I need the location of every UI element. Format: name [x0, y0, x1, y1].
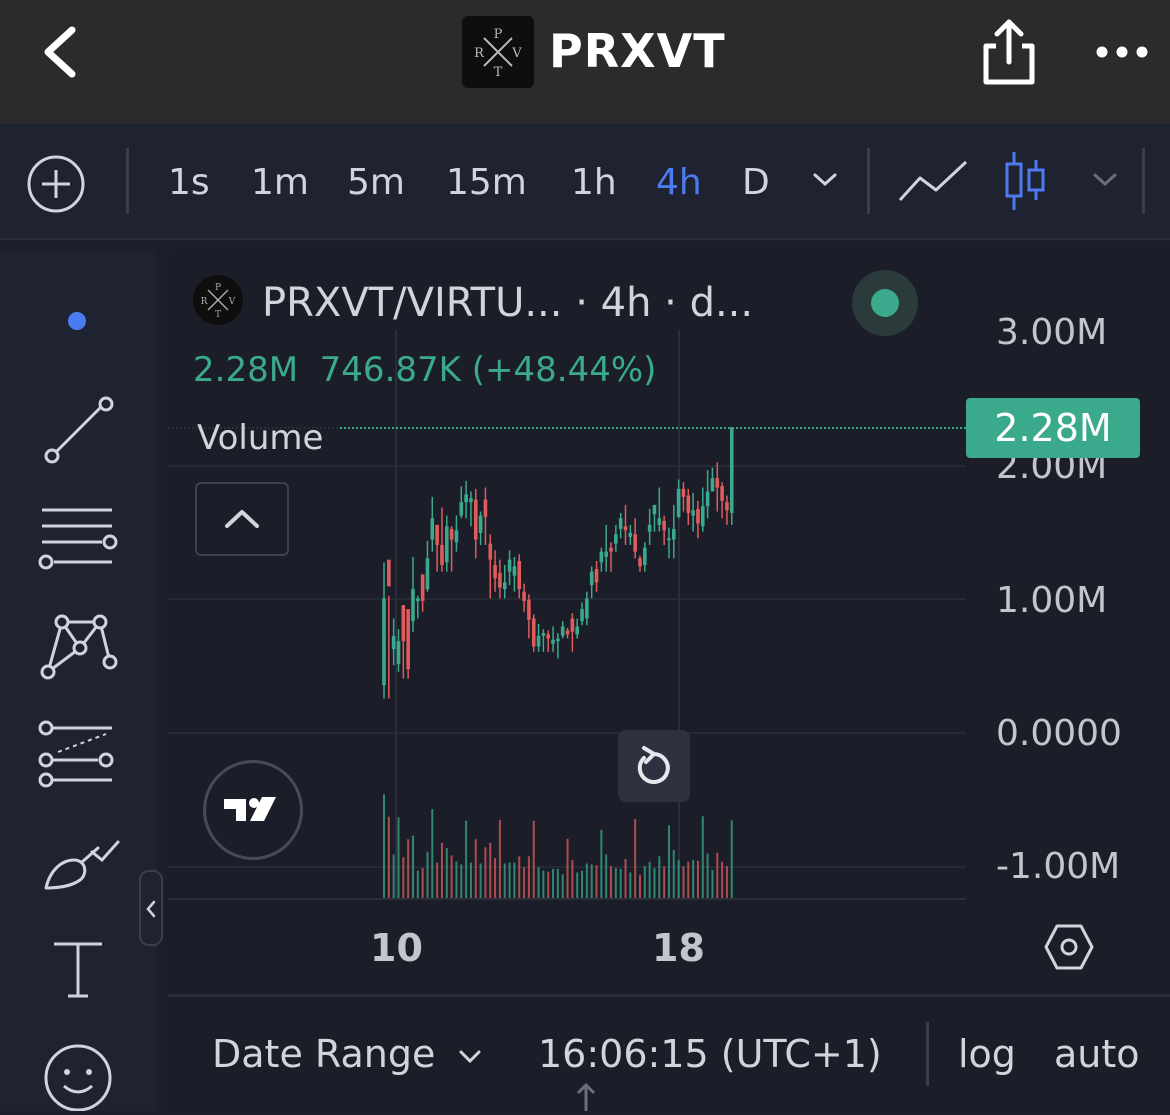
trend-line-tool[interactable]	[40, 390, 120, 470]
grid-line	[168, 866, 966, 868]
volume-label-text: Volume	[197, 418, 324, 458]
toolbar-divider	[126, 148, 129, 214]
svg-text:R: R	[201, 297, 208, 307]
candle-chart-type-button[interactable]	[1002, 148, 1048, 214]
forecast-lines-icon	[38, 720, 114, 788]
line-chart-icon	[898, 160, 968, 202]
last-price-tag: 2.28M	[966, 398, 1140, 458]
pattern-tool[interactable]	[38, 608, 120, 682]
svg-text:R: R	[474, 46, 485, 61]
time-axis-line	[168, 898, 966, 900]
y-axis-label: 0.0000	[996, 713, 1122, 754]
line-chart-type-button[interactable]	[896, 156, 970, 206]
svg-text:P: P	[494, 27, 503, 42]
tradingview-icon	[224, 797, 276, 821]
svg-text:V: V	[228, 297, 236, 307]
chevron-left-icon	[44, 26, 76, 78]
rotate-ccw-icon	[637, 746, 670, 784]
add-indicator-button[interactable]	[26, 154, 86, 214]
reset-chart-button[interactable]	[618, 730, 690, 802]
bottom-bar-divider	[168, 994, 1170, 997]
more-dots-icon	[1096, 46, 1148, 58]
smiley-icon	[44, 1044, 112, 1111]
svg-text:T: T	[215, 310, 221, 320]
chevron-down-icon	[813, 173, 837, 187]
chevron-up-icon	[225, 510, 259, 528]
market-status-indicator[interactable]	[852, 270, 918, 336]
timeframe-1m[interactable]: 1m	[251, 162, 309, 203]
date-range-button[interactable]: Date Range	[212, 1032, 483, 1076]
sidebar-toggle-button[interactable]	[139, 870, 163, 946]
symbol-legend[interactable]: PRXVT/VIRTU... · 4h · d...	[262, 280, 753, 326]
candlestick-icon	[1005, 152, 1045, 210]
timeframe-1s[interactable]: 1s	[168, 162, 210, 203]
token-logo: P R V T	[462, 16, 534, 88]
svg-text:V: V	[511, 46, 522, 61]
legend-last-value: 2.28M	[193, 350, 299, 390]
trend-line-icon	[44, 396, 114, 464]
page-title: PRXVT	[549, 24, 726, 78]
chevron-down-icon	[1093, 173, 1117, 187]
chart-clock[interactable]: 16:06:15 (UTC+1)	[538, 1032, 882, 1076]
timeframe-5m[interactable]: 5m	[347, 162, 405, 203]
top-bar: P R V T PRXVT	[0, 0, 1170, 124]
y-axis-label: 3.00M	[996, 312, 1108, 353]
grid-line	[168, 465, 966, 467]
tradingview-logo[interactable]	[203, 760, 303, 860]
brush-icon	[44, 840, 120, 890]
share-icon	[983, 19, 1035, 85]
timeframe-4h[interactable]: 4h	[656, 162, 702, 203]
volume-indicator-label[interactable]: Volume	[168, 414, 340, 462]
toolbar-divider	[867, 148, 870, 214]
timeframe-15m[interactable]: 15m	[446, 162, 527, 203]
legend-token-logo: P R V T	[193, 275, 243, 325]
svg-text:T: T	[494, 65, 503, 80]
market-open-dot	[871, 289, 899, 317]
cursor-tool[interactable]	[68, 312, 86, 330]
xabcd-pattern-icon	[40, 614, 118, 680]
chart-type-dropdown[interactable]	[1090, 170, 1120, 190]
y-axis-label: -1.00M	[996, 846, 1121, 887]
plus-circle-icon	[27, 155, 85, 213]
timeframe-1h[interactable]: 1h	[571, 162, 617, 203]
timeframe-d[interactable]: D	[742, 162, 770, 203]
date-range-label: Date Range	[212, 1032, 436, 1076]
emoji-tool[interactable]	[42, 1042, 114, 1111]
clock-up-arrow-icon	[574, 1080, 598, 1111]
x-axis-label: 10	[370, 926, 423, 970]
drawing-toolbar	[0, 250, 156, 1111]
fib-retracement-tool[interactable]	[36, 504, 120, 574]
legend-change-value: 746.87K (+48.44%)	[319, 350, 657, 390]
brush-tool[interactable]	[40, 834, 120, 894]
y-axis-label: 1.00M	[996, 580, 1108, 621]
share-button[interactable]	[978, 16, 1040, 88]
chevron-left-icon	[146, 900, 156, 918]
x-axis-label: 18	[652, 926, 705, 970]
timeframe-dropdown[interactable]	[810, 170, 840, 190]
text-tool[interactable]	[50, 940, 106, 1002]
horizontal-lines-icon	[38, 508, 118, 570]
settings-hex-icon	[1044, 924, 1094, 970]
forecast-tool[interactable]	[36, 720, 118, 788]
toolbar-divider	[1142, 148, 1145, 214]
svg-text:P: P	[215, 283, 221, 293]
grid-line	[395, 330, 397, 900]
grid-line	[168, 598, 966, 600]
more-button[interactable]	[1094, 40, 1150, 64]
collapse-indicators-button[interactable]	[195, 482, 289, 556]
timeframe-toolbar: 1s 1m 5m 15m 1h 4h D	[0, 124, 1170, 240]
auto-scale-toggle[interactable]: auto	[1054, 1032, 1140, 1076]
log-scale-toggle[interactable]: log	[958, 1032, 1016, 1076]
chevron-down-icon	[459, 1050, 481, 1063]
text-icon	[54, 942, 102, 998]
legend-values: 2.28M 746.87K (+48.44%)	[193, 350, 656, 390]
grid-line	[168, 732, 966, 734]
chart-settings-button[interactable]	[1044, 922, 1094, 972]
bottom-divider	[926, 1022, 929, 1086]
grid-line	[678, 330, 680, 900]
back-button[interactable]	[30, 22, 90, 82]
